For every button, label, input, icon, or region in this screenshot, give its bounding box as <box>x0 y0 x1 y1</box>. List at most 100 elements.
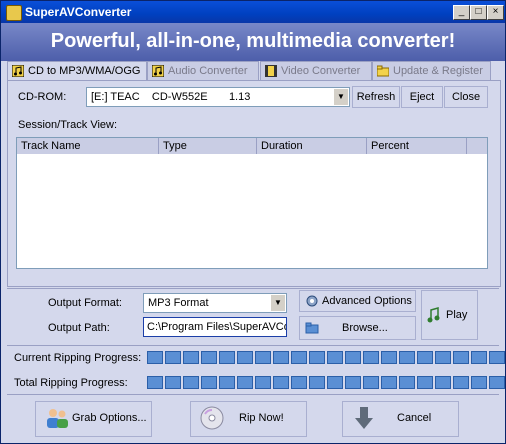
tab-label: Update & Register <box>393 65 483 77</box>
track-list[interactable]: Track Name Type Duration Percent <box>16 137 488 269</box>
progress-segment <box>273 376 289 389</box>
app-icon <box>6 5 22 21</box>
chevron-down-icon[interactable]: ▼ <box>334 89 348 105</box>
column-duration[interactable]: Duration <box>257 138 367 154</box>
progress-segment <box>381 376 397 389</box>
cdrom-label: CD-ROM: <box>18 91 67 103</box>
banner-text: Powerful, all-in-one, multimedia convert… <box>50 30 456 52</box>
progress-segment <box>417 351 433 364</box>
folder-icon <box>305 322 319 334</box>
cancel-button[interactable]: Cancel <box>342 401 459 437</box>
tab-label: CD to MP3/WMA/OGG <box>28 65 141 77</box>
progress-segment <box>237 351 253 364</box>
progress-segment <box>165 376 181 389</box>
app-window: SuperAVConverter _ □ × Powerful, all-in-… <box>0 0 506 444</box>
output-path-input[interactable]: C:\Program Files\SuperAVCo <box>143 317 287 337</box>
session-label: Session/Track View: <box>18 119 118 131</box>
progress-segment <box>399 351 415 364</box>
column-type[interactable]: Type <box>159 138 257 154</box>
rip-now-label: Rip Now! <box>239 412 284 424</box>
progress-segment <box>201 351 217 364</box>
progress-segment <box>309 376 325 389</box>
eject-button[interactable]: Eject <box>401 86 443 108</box>
progress-segment <box>291 376 307 389</box>
current-progress-bar <box>147 351 505 364</box>
banner: Powerful, all-in-one, multimedia convert… <box>1 23 505 61</box>
refresh-button[interactable]: Refresh <box>352 86 400 108</box>
progress-segment <box>435 351 451 364</box>
progress-segment <box>435 376 451 389</box>
progress-segment <box>363 351 379 364</box>
progress-segment <box>147 376 163 389</box>
progress-segment <box>147 351 163 364</box>
tab-audio-converter[interactable]: Audio Converter <box>147 61 259 80</box>
minimize-button[interactable]: _ <box>453 5 470 20</box>
progress-segment <box>345 376 361 389</box>
tab-video-converter[interactable]: Video Converter <box>260 61 372 80</box>
music-note-icon <box>427 307 440 323</box>
music-note-icon <box>12 65 24 77</box>
progress-segment <box>309 351 325 364</box>
progress-segment <box>453 351 469 364</box>
progress-segment <box>273 351 289 364</box>
total-progress-label: Total Ripping Progress: <box>14 377 128 389</box>
column-percent[interactable]: Percent <box>367 138 467 154</box>
progress-segment <box>453 376 469 389</box>
total-progress-bar <box>147 376 505 389</box>
title-bar[interactable]: SuperAVConverter _ □ × <box>1 1 505 23</box>
progress-segment <box>363 376 379 389</box>
tab-label: Audio Converter <box>168 65 248 77</box>
grab-options-button[interactable]: Grab Options... <box>35 401 152 437</box>
progress-segment <box>219 351 235 364</box>
arrow-down-icon <box>355 407 373 429</box>
progress-segment <box>219 376 235 389</box>
output-format-label: Output Format: <box>48 297 122 309</box>
track-list-header: Track Name Type Duration Percent <box>17 138 487 154</box>
folder-icon <box>377 65 389 77</box>
progress-segment <box>471 351 487 364</box>
chevron-down-icon[interactable]: ▼ <box>271 295 285 311</box>
advanced-options-label: Advanced Options <box>322 295 412 307</box>
music-note-icon <box>152 65 164 77</box>
divider <box>7 288 499 289</box>
cdrom-selected: [E:] TEAC CD-W552E 1.13 <box>91 91 251 103</box>
progress-segment <box>201 376 217 389</box>
progress-segment <box>399 376 415 389</box>
output-path-value: C:\Program Files\SuperAVCo <box>147 321 287 333</box>
ripper-panel: CD-ROM: [E:] TEAC CD-W552E 1.13 ▼ Refres… <box>7 80 501 287</box>
output-path-label: Output Path: <box>48 322 110 334</box>
play-button[interactable]: Play <box>421 290 478 340</box>
progress-segment <box>183 376 199 389</box>
progress-segment <box>489 351 505 364</box>
progress-segment <box>255 376 271 389</box>
play-label: Play <box>446 309 468 321</box>
cdrom-select[interactable]: [E:] TEAC CD-W552E 1.13 ▼ <box>86 87 350 107</box>
current-progress-label: Current Ripping Progress: <box>14 352 142 364</box>
close-window-button[interactable]: × <box>487 5 504 20</box>
progress-segment <box>471 376 487 389</box>
cancel-label: Cancel <box>397 412 432 424</box>
progress-segment <box>183 351 199 364</box>
tab-label: Video Converter <box>281 65 361 77</box>
browse-button[interactable]: Browse... <box>299 316 416 340</box>
column-track-name[interactable]: Track Name <box>17 138 159 154</box>
close-cd-button[interactable]: Close <box>444 86 488 108</box>
cd-icon <box>200 406 224 430</box>
gear-icon <box>306 295 318 307</box>
progress-segment <box>255 351 271 364</box>
users-icon <box>47 409 68 428</box>
window-title: SuperAVConverter <box>25 5 132 19</box>
browse-label: Browse... <box>342 322 388 334</box>
progress-segment <box>327 351 343 364</box>
rip-now-button[interactable]: Rip Now! <box>190 401 307 437</box>
grab-options-label: Grab Options... <box>72 412 147 424</box>
tab-cd-ripper[interactable]: CD to MP3/WMA/OGG <box>7 61 147 81</box>
divider <box>7 394 499 395</box>
progress-segment <box>417 376 433 389</box>
film-icon <box>265 65 277 77</box>
maximize-button[interactable]: □ <box>470 5 487 20</box>
advanced-options-button[interactable]: Advanced Options <box>299 290 416 312</box>
output-format-select[interactable]: MP3 Format ▼ <box>143 293 287 313</box>
tab-update-register[interactable]: Update & Register <box>372 61 491 80</box>
divider <box>7 345 499 346</box>
